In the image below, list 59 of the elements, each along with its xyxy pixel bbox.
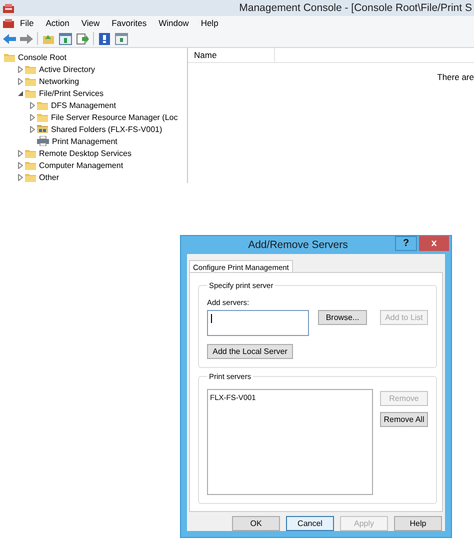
empty-message: There are [437, 72, 474, 82]
dialog-button[interactable]: OK [232, 516, 280, 531]
tree-item[interactable]: Console Root [18, 52, 66, 62]
dialog-title: Add/Remove Servers [247, 239, 349, 251]
menu-item[interactable]: View [75, 18, 106, 28]
folder-icon [25, 76, 36, 86]
up-folder-icon[interactable] [42, 32, 55, 44]
dialog-button[interactable]: Help [394, 516, 442, 531]
column-header[interactable]: Name [188, 48, 275, 62]
expand-arrow-icon[interactable] [18, 174, 23, 180]
menu-item[interactable]: Help [194, 18, 224, 28]
folder-icon [37, 100, 48, 110]
menu-item[interactable]: Window [152, 18, 195, 28]
window-title: Management Console - [Console Root\File/Print S [239, 2, 472, 14]
folder-icon [25, 148, 36, 158]
tree-item[interactable]: DFS Management [51, 100, 116, 110]
tree-item[interactable]: Remote Desktop Services [39, 148, 132, 158]
export-icon[interactable] [76, 32, 89, 44]
expand-arrow-icon[interactable] [30, 114, 35, 120]
console-tree-icon[interactable] [59, 32, 72, 44]
help-button[interactable]: ? [395, 236, 417, 251]
folder-icon [25, 88, 36, 98]
folder-icon [4, 52, 15, 62]
expand-arrow-icon[interactable] [30, 102, 35, 108]
expand-arrow-icon[interactable] [18, 66, 23, 72]
menu-item[interactable]: Action [40, 18, 76, 28]
menu-item[interactable]: File [14, 18, 40, 28]
folder-icon [25, 160, 36, 170]
folder-icon [25, 64, 36, 74]
tree-item[interactable]: Print Management [52, 136, 118, 146]
tree-item[interactable]: Other [39, 172, 60, 182]
dialog-button[interactable]: Add the Local Server [207, 344, 293, 359]
app-icon [3, 18, 14, 28]
expand-arrow-icon[interactable] [18, 78, 23, 84]
dialog-button[interactable]: Browse... [318, 310, 367, 325]
folder-icon [25, 172, 36, 182]
dialog-button[interactable]: Cancel [286, 516, 334, 531]
shared-folder-icon [37, 124, 48, 134]
tree-item[interactable]: Computer Management [39, 160, 124, 170]
menu-item[interactable]: Favorites [106, 18, 153, 28]
tree-item[interactable]: Networking [39, 76, 80, 86]
expand-arrow-icon[interactable] [18, 162, 23, 168]
collapse-arrow-icon[interactable] [18, 90, 23, 96]
back-icon[interactable] [3, 32, 16, 44]
tree-item[interactable]: File Server Resource Manager (Loc [51, 112, 178, 122]
expand-arrow-icon[interactable] [30, 126, 35, 132]
folder-icon [37, 112, 48, 122]
close-button[interactable]: x [419, 236, 449, 251]
app-icon [3, 2, 14, 14]
dialog-button[interactable]: Remove All [380, 412, 428, 427]
help-icon[interactable] [98, 32, 111, 44]
server-input-field[interactable] [207, 310, 309, 336]
forward-icon[interactable] [20, 32, 33, 44]
pane-icon[interactable] [115, 32, 128, 44]
expand-arrow-icon[interactable] [18, 150, 23, 156]
tree-item[interactable]: Active Directory [39, 64, 96, 74]
printer-icon [37, 136, 49, 146]
tree-item[interactable]: Shared Folders (FLX-FS-V001) [51, 124, 162, 134]
tree-item[interactable]: File/Print Services [39, 88, 104, 98]
